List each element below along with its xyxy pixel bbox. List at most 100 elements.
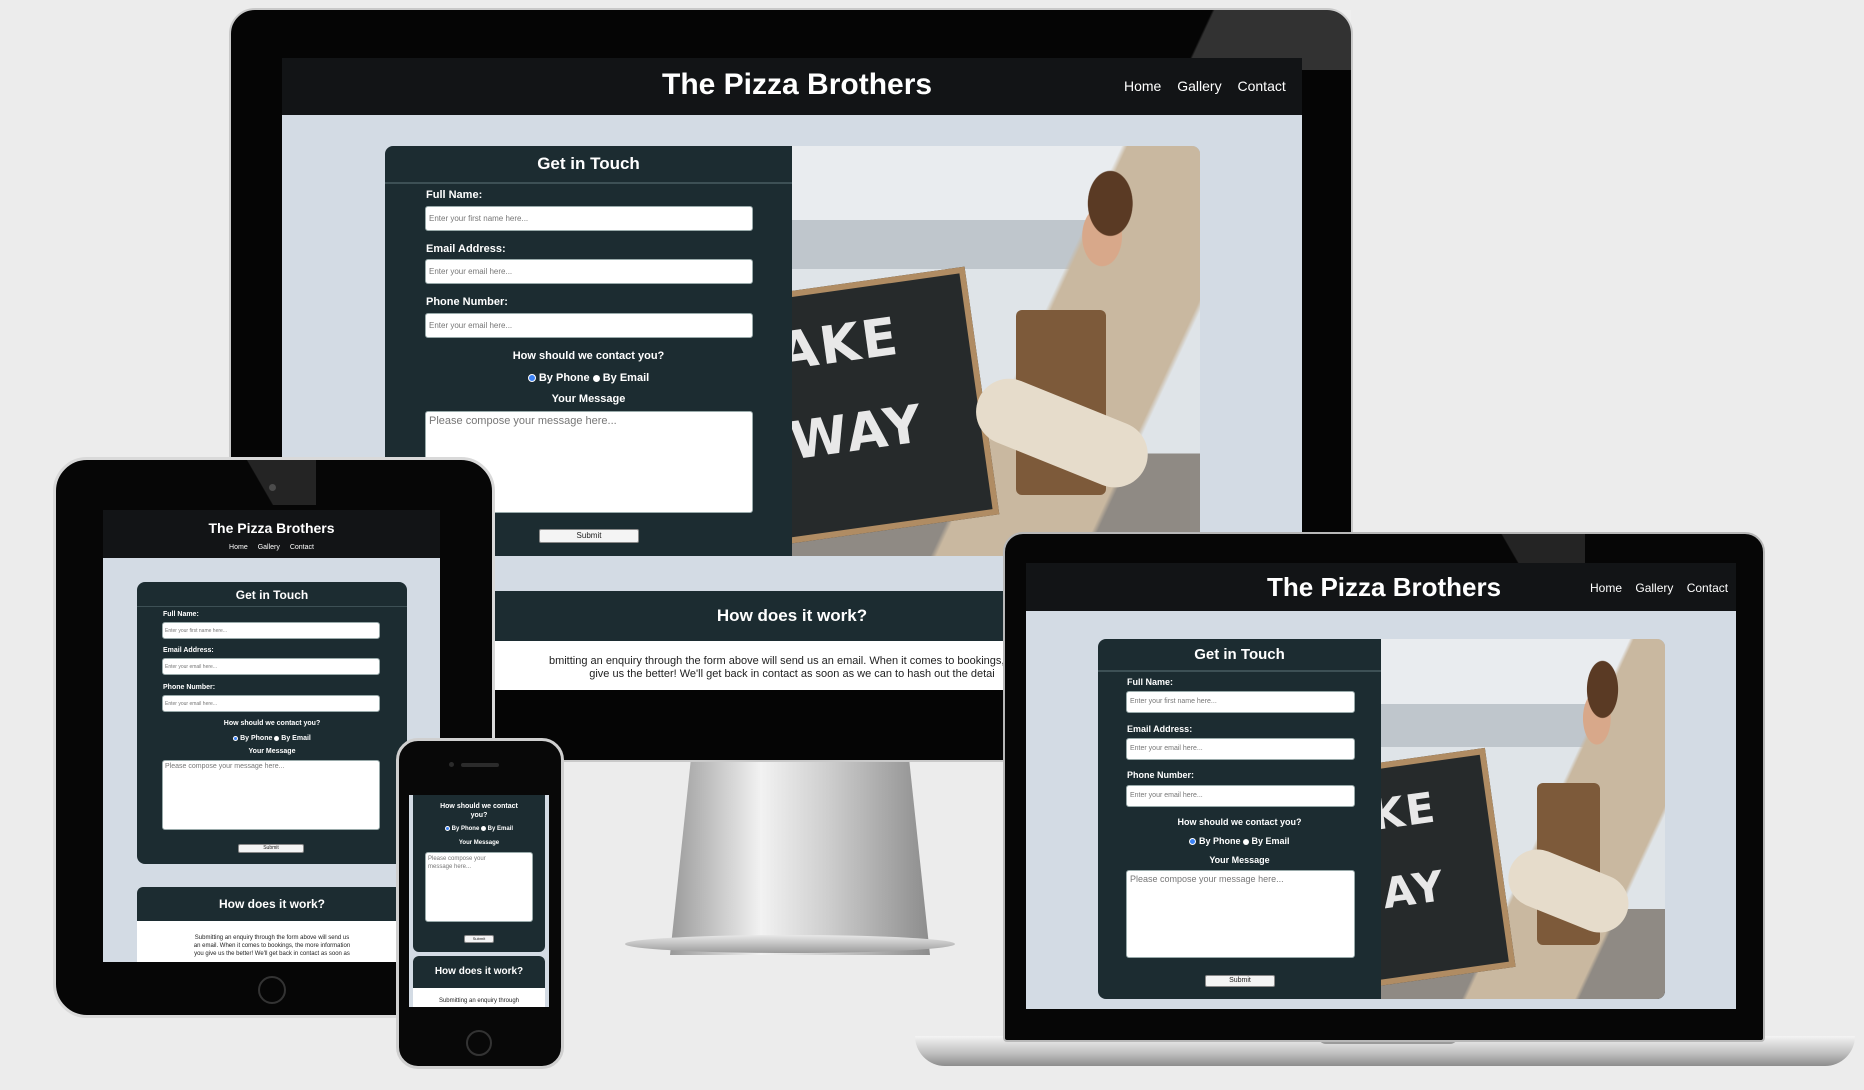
tablet-email-input[interactable]: Enter your email here... bbox=[162, 658, 380, 675]
tablet-screen: The Pizza Brothers Home Gallery Contact … bbox=[103, 510, 440, 962]
tablet-radio-phone[interactable] bbox=[233, 735, 239, 741]
laptop-option-email-label: By Email bbox=[1251, 836, 1290, 846]
tablet-site-title[interactable]: The Pizza Brothers bbox=[103, 520, 440, 536]
nav-home[interactable]: Home bbox=[1124, 78, 1161, 94]
laptop-takeaway-board: KE AY bbox=[1381, 747, 1516, 989]
tablet-home-button[interactable] bbox=[258, 976, 286, 1004]
laptop-chef-photo: KE AY bbox=[1381, 639, 1665, 999]
laptop-nav-contact[interactable]: Contact bbox=[1687, 581, 1728, 595]
phone-option-email-label: By Email bbox=[487, 826, 514, 833]
phone-message-textarea[interactable]: Please compose your message here... bbox=[425, 852, 533, 922]
tablet-nav-contact[interactable]: Contact bbox=[290, 544, 314, 551]
phone-how-line-1: Submitting an enquiry through bbox=[438, 998, 520, 1004]
submit-button[interactable]: Submit bbox=[539, 529, 639, 543]
tablet-nav: Home Gallery Contact bbox=[103, 544, 440, 551]
laptop-contact-form: Get in Touch Full Name: Enter your first… bbox=[1098, 639, 1381, 999]
phone-input[interactable]: Enter your email here... bbox=[425, 313, 753, 338]
email-input[interactable]: Enter your email here... bbox=[425, 259, 753, 284]
takeaway-board: AKE WAY bbox=[792, 266, 1000, 546]
laptop-email-input[interactable]: Enter your email here... bbox=[1126, 738, 1355, 760]
laptop-screen: The Pizza Brothers Home Gallery Contact … bbox=[1026, 563, 1736, 1009]
message-label: Your Message bbox=[551, 393, 626, 405]
laptop-site-header: The Pizza Brothers Home Gallery Contact bbox=[1026, 563, 1736, 611]
laptop-radio-phone[interactable] bbox=[1189, 838, 1197, 846]
laptop-contact-question: How should we contact you? bbox=[1177, 817, 1302, 827]
laptop-contact-options: By Phone By Email bbox=[1098, 836, 1381, 846]
monitor-stand bbox=[670, 760, 930, 955]
phone-contact-options: By Phone By Email bbox=[413, 826, 545, 832]
radio-phone[interactable] bbox=[527, 374, 536, 383]
laptop-phone-label: Phone Number: bbox=[1127, 770, 1195, 780]
tablet-full-name-input[interactable]: Enter your first name here... bbox=[162, 622, 380, 639]
laptop-message-textarea[interactable]: Please compose your message here... bbox=[1126, 870, 1355, 958]
option-email-label: By Email bbox=[602, 372, 650, 384]
phone-how-section: How does it work? Submitting an enquiry … bbox=[413, 956, 545, 1007]
phone-contact-question-line-1: How should we contact bbox=[440, 803, 518, 810]
tablet-phone-label: Phone Number: bbox=[163, 684, 216, 691]
laptop-option-phone-label: By Phone bbox=[1198, 836, 1241, 846]
laptop-phone-input[interactable]: Enter your email here... bbox=[1126, 785, 1355, 807]
nav-contact[interactable]: Contact bbox=[1238, 78, 1286, 94]
laptop-submit-button[interactable]: Submit bbox=[1205, 975, 1275, 987]
laptop-nav-gallery[interactable]: Gallery bbox=[1635, 581, 1673, 595]
tablet-site-header: The Pizza Brothers Home Gallery Contact bbox=[103, 510, 440, 558]
phone-contact-question-line-2: you? bbox=[470, 812, 488, 819]
tablet-submit-button[interactable]: Submit bbox=[238, 844, 304, 853]
tablet-nav-home[interactable]: Home bbox=[229, 544, 248, 551]
phone-submit-button[interactable]: Submit bbox=[464, 935, 494, 943]
tablet-contact-question: How should we contact you? bbox=[223, 720, 321, 727]
laptop-contact-card: Get in Touch Full Name: Enter your first… bbox=[1098, 639, 1665, 999]
tablet-phone-input[interactable]: Enter your email here... bbox=[162, 695, 380, 712]
tablet-how-line-2: an email. When it comes to bookings, the… bbox=[193, 943, 351, 949]
tablet-contact-card: Get in Touch Full Name: Enter your first… bbox=[137, 582, 407, 864]
contact-options: By Phone By Email bbox=[385, 372, 792, 384]
tablet-option-phone-label: By Phone bbox=[240, 735, 273, 742]
tablet-nav-gallery[interactable]: Gallery bbox=[258, 544, 280, 551]
phone-screen: How should we contact you? By Phone By E… bbox=[409, 795, 549, 1007]
laptop-site-title[interactable]: The Pizza Brothers bbox=[1267, 572, 1501, 603]
tablet-email-label: Email Address: bbox=[163, 647, 214, 654]
site-title[interactable]: The Pizza Brothers bbox=[662, 68, 932, 102]
phone-home-button[interactable] bbox=[466, 1030, 492, 1056]
phone-label: Phone Number: bbox=[426, 296, 508, 308]
tablet-how-section: How does it work? Submitting an enquiry … bbox=[137, 887, 407, 962]
full-name-label: Full Name: bbox=[426, 189, 483, 201]
phone-camera bbox=[449, 762, 454, 767]
tablet-option-email-label: By Email bbox=[281, 735, 311, 742]
phone-option-phone-label: By Phone bbox=[451, 826, 480, 833]
phone-contact-card: How should we contact you? By Phone By E… bbox=[413, 795, 545, 952]
phone-radio-phone[interactable] bbox=[444, 826, 450, 831]
laptop-nav-home[interactable]: Home bbox=[1590, 581, 1622, 595]
phone-message-label: Your Message bbox=[458, 840, 500, 846]
tablet-form-heading: Get in Touch bbox=[235, 588, 309, 602]
phone-radio-email[interactable] bbox=[480, 826, 486, 831]
contact-card: Get in Touch Full Name: Enter your first… bbox=[385, 146, 1200, 556]
tablet-message-textarea[interactable]: Please compose your message here... bbox=[162, 760, 380, 830]
contact-question: How should we contact you? bbox=[512, 350, 665, 362]
tablet-contact-options: By Phone By Email bbox=[137, 735, 407, 742]
tablet-message-label: Your Message bbox=[248, 748, 296, 755]
laptop-full-name-label: Full Name: bbox=[1127, 677, 1174, 687]
tablet-how-line-3: you give us the better! We'll get back i… bbox=[194, 951, 350, 957]
laptop-message-label: Your Message bbox=[1209, 855, 1270, 865]
form-divider bbox=[385, 182, 792, 184]
nav-gallery[interactable]: Gallery bbox=[1177, 78, 1221, 94]
form-heading: Get in Touch bbox=[537, 154, 640, 173]
tablet-radio-email[interactable] bbox=[274, 735, 280, 741]
tablet-camera bbox=[269, 484, 276, 491]
site-header: The Pizza Brothers Home Gallery Contact bbox=[282, 58, 1302, 115]
full-name-input[interactable]: Enter your first name here... bbox=[425, 206, 753, 231]
monitor-stand-base bbox=[625, 935, 955, 953]
option-phone-label: By Phone bbox=[538, 372, 590, 384]
email-label: Email Address: bbox=[426, 243, 506, 255]
laptop-form-divider bbox=[1098, 670, 1381, 672]
laptop-nav: Home Gallery Contact bbox=[1590, 581, 1728, 595]
radio-email[interactable] bbox=[592, 374, 600, 382]
tablet-how-heading: How does it work? bbox=[137, 887, 407, 921]
tablet-glare bbox=[226, 460, 316, 505]
chef-photo: AKE WAY bbox=[792, 146, 1200, 556]
laptop-form-heading: Get in Touch bbox=[1194, 646, 1285, 663]
laptop-full-name-input[interactable]: Enter your first name here... bbox=[1126, 691, 1355, 713]
laptop-radio-email[interactable] bbox=[1243, 838, 1249, 845]
phone-how-heading: How does it work? bbox=[413, 956, 545, 988]
